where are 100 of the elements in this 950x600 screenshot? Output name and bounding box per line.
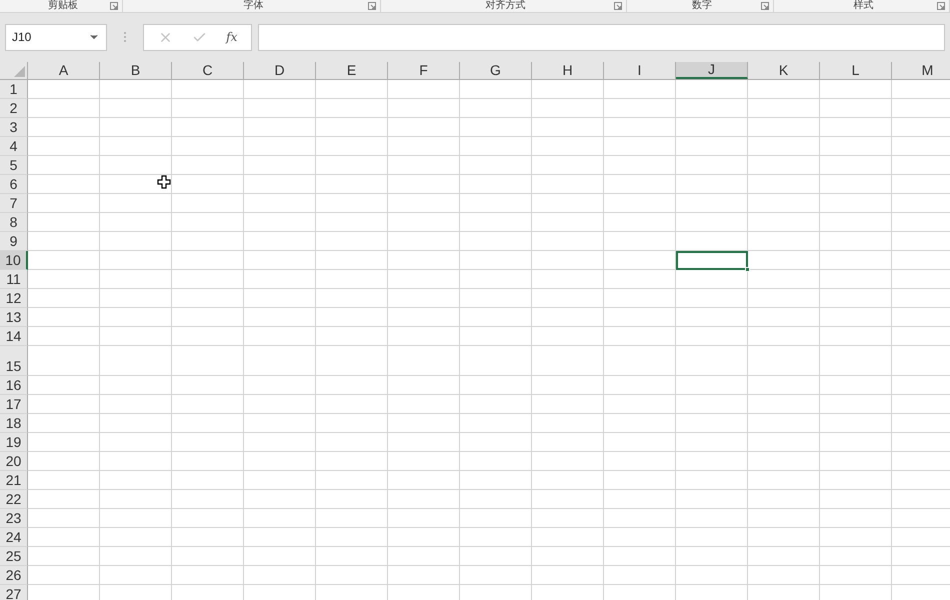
sheet-cell[interactable] <box>388 289 460 308</box>
sheet-cell[interactable] <box>244 376 316 395</box>
sheet-cell[interactable] <box>676 509 748 528</box>
sheet-cell[interactable] <box>604 490 676 509</box>
sheet-cell[interactable] <box>748 213 820 232</box>
sheet-cell[interactable] <box>172 118 244 137</box>
sheet-cell[interactable] <box>100 194 172 213</box>
sheet-cell[interactable] <box>100 471 172 490</box>
sheet-cell[interactable] <box>460 289 532 308</box>
sheet-cell[interactable] <box>820 289 892 308</box>
sheet-cell[interactable] <box>100 547 172 566</box>
sheet-cell[interactable] <box>28 346 100 376</box>
sheet-cell[interactable] <box>532 251 604 270</box>
sheet-cell[interactable] <box>172 471 244 490</box>
sheet-cell[interactable] <box>28 118 100 137</box>
sheet-cell[interactable] <box>28 414 100 433</box>
sheet-cell[interactable] <box>532 452 604 471</box>
sheet-cell[interactable] <box>748 232 820 251</box>
sheet-cell[interactable] <box>28 137 100 156</box>
row-header[interactable]: 9 <box>0 232 28 251</box>
sheet-cell[interactable] <box>748 346 820 376</box>
column-header[interactable]: B <box>100 62 172 79</box>
sheet-cell[interactable] <box>532 490 604 509</box>
sheet-cell[interactable] <box>460 232 532 251</box>
sheet-cell[interactable] <box>28 80 100 99</box>
sheet-cell[interactable] <box>100 156 172 175</box>
sheet-cell[interactable] <box>676 232 748 251</box>
sheet-cell[interactable] <box>244 251 316 270</box>
sheet-cell[interactable] <box>172 327 244 346</box>
dialog-launcher-icon[interactable] <box>368 2 376 10</box>
sheet-cell[interactable] <box>532 528 604 547</box>
sheet-cell[interactable] <box>460 308 532 327</box>
sheet-cell[interactable] <box>244 270 316 289</box>
row-header[interactable]: 13 <box>0 308 28 327</box>
sheet-cell[interactable] <box>532 270 604 289</box>
sheet-cell[interactable] <box>28 270 100 289</box>
sheet-cell[interactable] <box>460 566 532 585</box>
sheet-cell[interactable] <box>316 156 388 175</box>
sheet-cell[interactable] <box>460 490 532 509</box>
sheet-cell[interactable] <box>172 346 244 376</box>
sheet-cell[interactable] <box>316 118 388 137</box>
sheet-cell[interactable] <box>460 528 532 547</box>
sheet-cell[interactable] <box>388 490 460 509</box>
sheet-cell[interactable] <box>388 99 460 118</box>
sheet-cell[interactable] <box>100 395 172 414</box>
sheet-cell[interactable] <box>316 395 388 414</box>
sheet-cell[interactable] <box>100 566 172 585</box>
sheet-cell[interactable] <box>28 528 100 547</box>
sheet-cell[interactable] <box>28 175 100 194</box>
sheet-cell[interactable] <box>28 327 100 346</box>
column-header[interactable]: A <box>28 62 100 79</box>
sheet-cell[interactable] <box>28 490 100 509</box>
sheet-cell[interactable] <box>172 137 244 156</box>
dialog-launcher-icon[interactable] <box>110 2 118 10</box>
sheet-cell[interactable] <box>532 156 604 175</box>
sheet-cell[interactable] <box>748 547 820 566</box>
sheet-cell[interactable] <box>820 156 892 175</box>
sheet-cell[interactable] <box>316 452 388 471</box>
sheet-cell[interactable] <box>604 509 676 528</box>
sheet-cell[interactable] <box>100 414 172 433</box>
sheet-cell[interactable] <box>604 99 676 118</box>
sheet-cell[interactable] <box>388 213 460 232</box>
sheet-cell[interactable] <box>820 213 892 232</box>
sheet-cell[interactable] <box>244 471 316 490</box>
sheet-cell[interactable] <box>460 194 532 213</box>
sheet-cell[interactable] <box>820 194 892 213</box>
sheet-cell[interactable] <box>172 289 244 308</box>
column-header[interactable]: K <box>748 62 820 79</box>
row-header[interactable]: 24 <box>0 528 28 547</box>
sheet-cell[interactable] <box>388 452 460 471</box>
column-header[interactable]: D <box>244 62 316 79</box>
row-header[interactable]: 16 <box>0 376 28 395</box>
sheet-cell[interactable] <box>676 213 748 232</box>
sheet-cell[interactable] <box>676 376 748 395</box>
sheet-cell[interactable] <box>748 137 820 156</box>
sheet-cell[interactable] <box>100 137 172 156</box>
sheet-cell[interactable] <box>676 289 748 308</box>
sheet-cell[interactable] <box>532 213 604 232</box>
sheet-cell[interactable] <box>604 395 676 414</box>
sheet-cell[interactable] <box>604 80 676 99</box>
sheet-cell[interactable] <box>316 308 388 327</box>
sheet-cell[interactable] <box>316 327 388 346</box>
sheet-cell[interactable] <box>100 346 172 376</box>
sheet-cell[interactable] <box>172 395 244 414</box>
sheet-cell[interactable] <box>316 251 388 270</box>
sheet-cell[interactable] <box>748 509 820 528</box>
sheet-cell[interactable] <box>748 118 820 137</box>
sheet-cell[interactable] <box>244 327 316 346</box>
sheet-cell[interactable] <box>100 433 172 452</box>
sheet-cell[interactable] <box>460 452 532 471</box>
sheet-cell[interactable] <box>244 232 316 251</box>
sheet-cell[interactable] <box>388 175 460 194</box>
row-header[interactable]: 10 <box>0 251 28 270</box>
sheet-cell[interactable] <box>820 566 892 585</box>
column-header[interactable]: M <box>892 62 950 79</box>
sheet-cell[interactable] <box>172 308 244 327</box>
sheet-cell[interactable] <box>172 270 244 289</box>
sheet-cell[interactable] <box>100 509 172 528</box>
column-header[interactable]: C <box>172 62 244 79</box>
sheet-cell[interactable] <box>28 452 100 471</box>
